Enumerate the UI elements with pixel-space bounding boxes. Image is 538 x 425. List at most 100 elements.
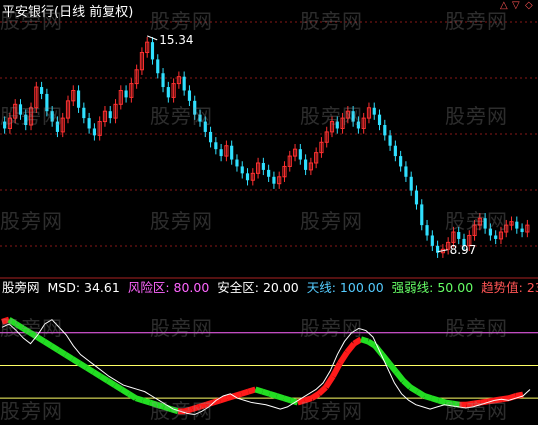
candle-body — [261, 162, 265, 170]
candle-body — [203, 121, 207, 132]
trend-step — [14, 321, 25, 331]
trend-step — [303, 395, 313, 404]
trend-step — [148, 399, 158, 408]
trend-step — [423, 393, 433, 402]
trend-step — [191, 404, 201, 412]
trend-step — [155, 401, 165, 410]
candle-body — [304, 159, 308, 170]
candle-body — [425, 225, 429, 236]
trend-step — [106, 378, 117, 388]
candle-body — [45, 93, 49, 112]
candle-body — [87, 118, 91, 129]
high-price-label: 15.34 — [159, 33, 193, 47]
trend-step — [437, 397, 447, 406]
trend-step — [466, 400, 475, 408]
trend-step — [254, 386, 264, 395]
trend-step — [240, 388, 250, 397]
candle-body — [267, 169, 271, 177]
candle-body — [372, 107, 376, 115]
candle-body — [420, 204, 424, 226]
msd-value: MSD: 34.61 — [47, 280, 120, 295]
safe-zone-value: 安全区: 20.00 — [217, 280, 299, 295]
trend-step — [366, 338, 377, 349]
low-price-label: 8.97 — [450, 243, 477, 257]
indicator-name: 股旁网 — [2, 280, 40, 295]
candle-body — [198, 114, 202, 122]
candle-body — [219, 149, 223, 157]
candle-body — [24, 114, 28, 126]
candle-body — [166, 87, 170, 98]
candle-body — [488, 228, 492, 236]
candle-body — [494, 235, 498, 239]
trend-step — [401, 378, 413, 390]
candle-body — [161, 73, 165, 88]
trend-step — [337, 350, 350, 365]
trend-step — [296, 397, 306, 406]
candle-body — [193, 100, 197, 115]
candle-body — [182, 76, 186, 91]
trend-step — [386, 361, 399, 374]
trend-step — [344, 341, 357, 355]
candle-body — [383, 125, 387, 136]
candle-body — [208, 131, 213, 143]
candle-body — [520, 228, 524, 233]
trend-step — [415, 389, 426, 399]
stock-chart: 15.34 8.97 — [0, 21, 538, 416]
candle-body — [430, 235, 434, 246]
candle-body — [187, 90, 192, 101]
trend-step — [445, 399, 454, 407]
trend-step — [352, 336, 363, 347]
candle-body — [399, 156, 403, 167]
trend-step — [310, 391, 321, 401]
candle-body — [245, 173, 250, 181]
trend-step — [141, 397, 151, 406]
candle-body — [230, 145, 234, 160]
trend-step — [507, 393, 517, 402]
candle-body — [356, 121, 360, 129]
trend-step — [134, 395, 144, 404]
candle-body — [156, 59, 160, 74]
candle-body — [409, 176, 413, 191]
candle-body — [298, 149, 302, 160]
candle-body — [18, 104, 23, 115]
trend-step — [49, 343, 60, 353]
trend-step — [408, 384, 419, 395]
trend-step — [120, 386, 131, 397]
trend-step — [233, 390, 243, 399]
trend-step — [42, 338, 53, 349]
trend-step — [219, 395, 229, 404]
trend-step — [275, 393, 285, 402]
trend-step — [7, 317, 18, 327]
trend-value: 趋势值: 23.30 — [481, 280, 538, 295]
candle-body — [82, 107, 86, 119]
trend-step — [77, 360, 89, 371]
candle-body — [388, 135, 392, 146]
trend-step — [452, 400, 461, 408]
trend-step — [268, 390, 278, 399]
trend-step — [113, 382, 124, 393]
trend-step — [98, 373, 110, 384]
candle-body — [150, 42, 155, 60]
candle-body — [351, 111, 355, 122]
candle-body — [92, 128, 96, 136]
candle-body — [55, 121, 60, 132]
trend-step — [127, 391, 138, 401]
trend-step — [393, 370, 406, 383]
candle-body — [377, 114, 382, 126]
trend-step — [21, 325, 32, 336]
candle-body — [515, 221, 519, 229]
candle-body — [414, 190, 419, 205]
candle-body — [272, 176, 276, 184]
candle-body — [50, 111, 54, 122]
strong-line-value: 强弱线: 50.00 — [391, 280, 474, 295]
trend-step — [316, 385, 328, 397]
trend-step — [184, 406, 193, 415]
trend-step — [360, 336, 369, 345]
trend-step — [282, 395, 292, 404]
sky-line-value: 天线: 100.00 — [306, 280, 384, 295]
candle-body — [40, 87, 44, 94]
trend-step — [261, 388, 271, 397]
candle-body — [335, 121, 339, 129]
trend-step — [56, 347, 67, 358]
trend-step — [91, 369, 103, 379]
